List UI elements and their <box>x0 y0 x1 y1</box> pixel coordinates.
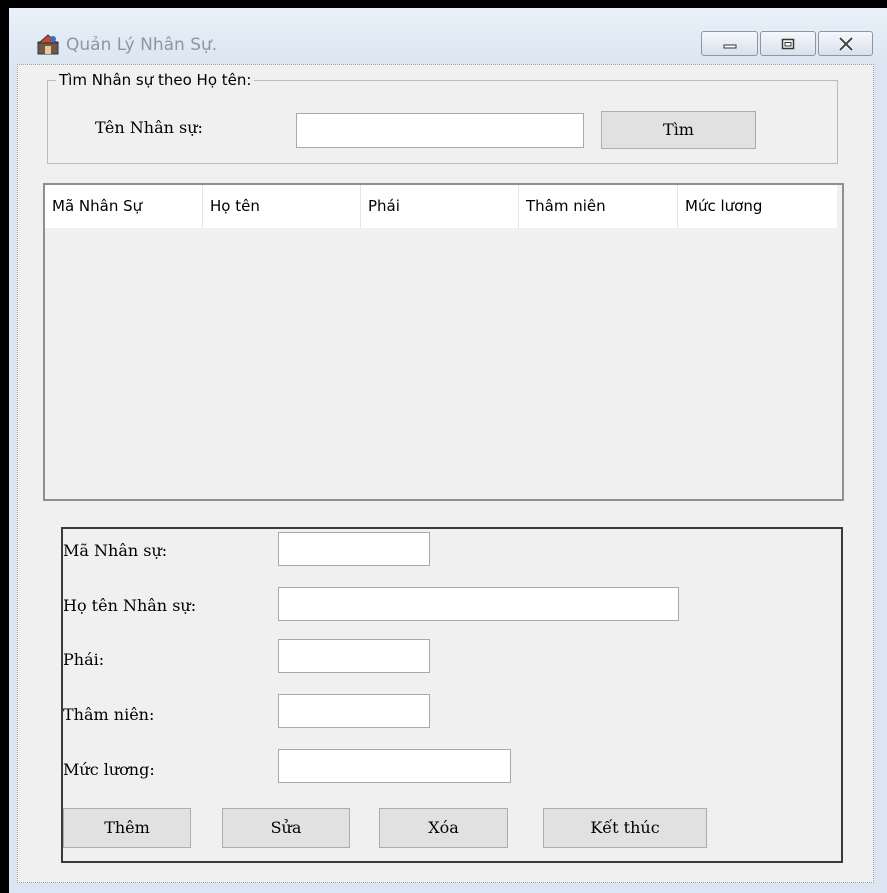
delete-button[interactable]: Xóa <box>379 808 508 848</box>
muc-luong-input[interactable] <box>278 749 511 783</box>
minimize-button[interactable] <box>701 31 758 56</box>
search-button[interactable]: Tìm <box>601 111 756 149</box>
exit-button[interactable]: Kết thúc <box>543 808 707 848</box>
edit-button[interactable]: Sửa <box>222 808 350 848</box>
column-header-muc-luong[interactable]: Mức lương <box>678 185 837 228</box>
column-header-tham-nien[interactable]: Thâm niên <box>519 185 678 228</box>
minimize-icon <box>723 44 736 48</box>
ma-nhan-su-input[interactable] <box>278 532 430 566</box>
tham-nien-input[interactable] <box>278 694 430 728</box>
muc-luong-label: Mức lương: <box>63 760 155 779</box>
window-title: Quản Lý Nhân Sự. <box>66 35 218 55</box>
ho-ten-input[interactable] <box>278 587 679 621</box>
search-name-input[interactable] <box>296 113 584 148</box>
column-header-ho-ten[interactable]: Họ tên <box>203 185 361 228</box>
maximize-icon <box>781 38 795 49</box>
maximize-button[interactable] <box>760 31 816 56</box>
employee-list[interactable] <box>43 183 844 501</box>
add-button[interactable]: Thêm <box>63 808 191 848</box>
search-group-title: Tìm Nhân sự theo Họ tên: <box>56 71 255 89</box>
ho-ten-label: Họ tên Nhân sự: <box>63 596 197 615</box>
ma-nhan-su-label: Mã Nhân sự: <box>63 541 168 560</box>
app-icon[interactable] <box>37 33 59 55</box>
column-header-ma-nhan-su[interactable]: Mã Nhân Sự <box>45 185 203 228</box>
search-name-label: Tên Nhân sự: <box>95 118 203 137</box>
phai-label: Phái: <box>63 650 105 669</box>
close-button[interactable] <box>818 31 873 56</box>
phai-input[interactable] <box>278 639 430 673</box>
column-header-phai[interactable]: Phái <box>361 185 519 228</box>
close-icon <box>838 36 853 51</box>
tham-nien-label: Thâm niên: <box>63 705 155 724</box>
